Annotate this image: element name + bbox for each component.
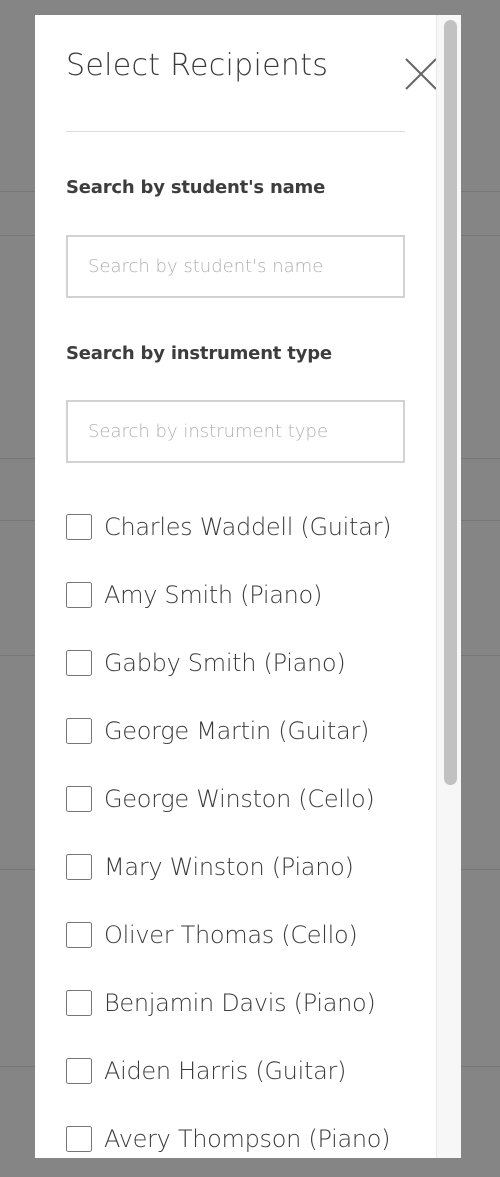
recipient-item[interactable]: Oliver Thomas (Cello) <box>66 915 446 955</box>
recipient-checkbox[interactable] <box>66 922 92 948</box>
scrollbar-track[interactable] <box>436 15 461 1158</box>
close-icon <box>405 58 437 90</box>
recipient-label: Amy Smith (Piano) <box>104 581 323 609</box>
recipient-item[interactable]: Charles Waddell (Guitar) <box>66 507 446 547</box>
modal-title: Select Recipients <box>66 48 329 83</box>
recipient-item[interactable]: Avery Thompson (Piano) <box>66 1119 446 1158</box>
recipient-label: Aiden Harris (Guitar) <box>104 1057 347 1085</box>
close-button[interactable] <box>405 58 437 90</box>
recipient-item[interactable]: Gabby Smith (Piano) <box>66 643 446 683</box>
recipient-label: George Martin (Guitar) <box>104 717 370 745</box>
recipient-label: Avery Thompson (Piano) <box>104 1125 391 1153</box>
recipient-item[interactable]: George Winston (Cello) <box>66 779 446 819</box>
student-name-label: Search by student's name <box>66 177 326 198</box>
recipient-checkbox[interactable] <box>66 1058 92 1084</box>
recipient-checkbox[interactable] <box>66 854 92 880</box>
student-name-search-input[interactable] <box>66 235 405 298</box>
recipient-label: Benjamin Davis (Piano) <box>104 989 376 1017</box>
recipient-label: Gabby Smith (Piano) <box>104 649 346 677</box>
recipient-label: Charles Waddell (Guitar) <box>104 513 392 541</box>
header-divider <box>66 131 405 132</box>
recipient-item[interactable]: Aiden Harris (Guitar) <box>66 1051 446 1091</box>
scrollbar-thumb[interactable] <box>444 20 457 785</box>
recipient-label: Oliver Thomas (Cello) <box>104 921 358 949</box>
recipient-checkbox[interactable] <box>66 786 92 812</box>
recipient-checkbox[interactable] <box>66 1126 92 1152</box>
recipient-item[interactable]: Benjamin Davis (Piano) <box>66 983 446 1023</box>
recipient-checkbox[interactable] <box>66 990 92 1016</box>
recipient-item[interactable]: George Martin (Guitar) <box>66 711 446 751</box>
recipient-checkbox[interactable] <box>66 650 92 676</box>
recipient-checkbox[interactable] <box>66 718 92 744</box>
recipient-checkbox[interactable] <box>66 514 92 540</box>
instrument-type-label: Search by instrument type <box>66 343 332 364</box>
recipient-item[interactable]: Amy Smith (Piano) <box>66 575 446 615</box>
recipient-checkbox[interactable] <box>66 582 92 608</box>
recipient-item[interactable]: Mary Winston (Piano) <box>66 847 446 887</box>
recipient-label: Mary Winston (Piano) <box>104 853 354 881</box>
recipient-label: George Winston (Cello) <box>104 785 375 813</box>
select-recipients-modal: Select Recipients Search by student's na… <box>35 15 461 1158</box>
instrument-type-search-input[interactable] <box>66 400 405 463</box>
